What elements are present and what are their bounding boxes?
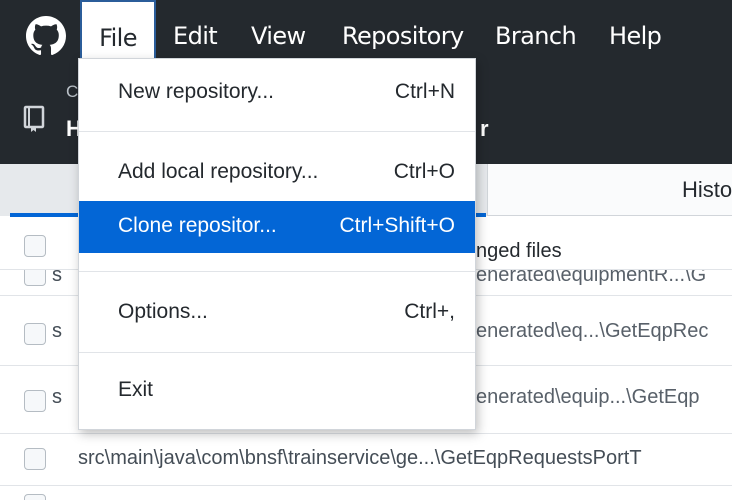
menu-item-clone-repository[interactable]: Clone repositor... Ctrl+Shift+O [79,201,475,253]
menu-separator [79,271,475,272]
menu-help[interactable]: Help [609,0,662,72]
menu-item-new-repository[interactable]: New repository... Ctrl+N [79,67,475,119]
current-branch-name[interactable]: r [480,116,489,142]
file-checkbox[interactable] [24,323,46,345]
menu-item-label: Clone repositor... [118,214,277,237]
menu-item-options[interactable]: Options... Ctrl+, [79,287,475,339]
file-path: s [52,386,62,408]
menu-separator [79,131,475,132]
file-menu-dropdown: New repository... Ctrl+N Add local repos… [78,58,476,430]
select-all-checkbox[interactable] [24,235,46,257]
changed-files-count-label: nged files [476,240,562,262]
file-path-tail: enerated\eq...\GetEqpRec [476,320,709,342]
file-path: s [52,320,62,342]
file-row[interactable] [0,486,732,500]
menu-branch[interactable]: Branch [495,0,577,72]
tab-history[interactable]: Histo [682,177,732,203]
menu-item-label: Exit [118,378,154,401]
menu-item-label: Options... [118,300,208,323]
file-path: s [52,270,62,286]
menu-separator [79,352,475,353]
menu-item-shortcut: Ctrl+Shift+O [339,214,455,237]
file-path-tail: enerated\equipmentR...\G [476,270,707,286]
file-checkbox[interactable] [24,494,46,500]
file-path: src\main\java\com\bnsf\trainservice\ge..… [78,447,642,469]
menu-item-label: New repository... [118,80,274,103]
github-logo-icon[interactable] [26,16,66,56]
file-checkbox[interactable] [24,270,46,286]
menu-item-shortcut: Ctrl+N [394,80,455,103]
menu-item-shortcut: Ctrl+, [404,300,455,323]
menu-item-label: Add local repository... [118,160,319,183]
repo-book-icon [23,105,45,132]
file-checkbox[interactable] [24,390,46,412]
file-row[interactable]: src\main\java\com\bnsf\trainservice\ge..… [0,434,732,486]
menu-item-shortcut: Ctrl+O [393,160,455,183]
file-checkbox[interactable] [24,448,46,470]
current-repository-label: C [66,82,79,101]
file-path-tail: enerated\equip...\GetEqp [476,386,700,408]
menu-item-add-local-repository[interactable]: Add local repository... Ctrl+O [79,147,475,199]
menu-item-exit[interactable]: Exit [79,365,475,417]
